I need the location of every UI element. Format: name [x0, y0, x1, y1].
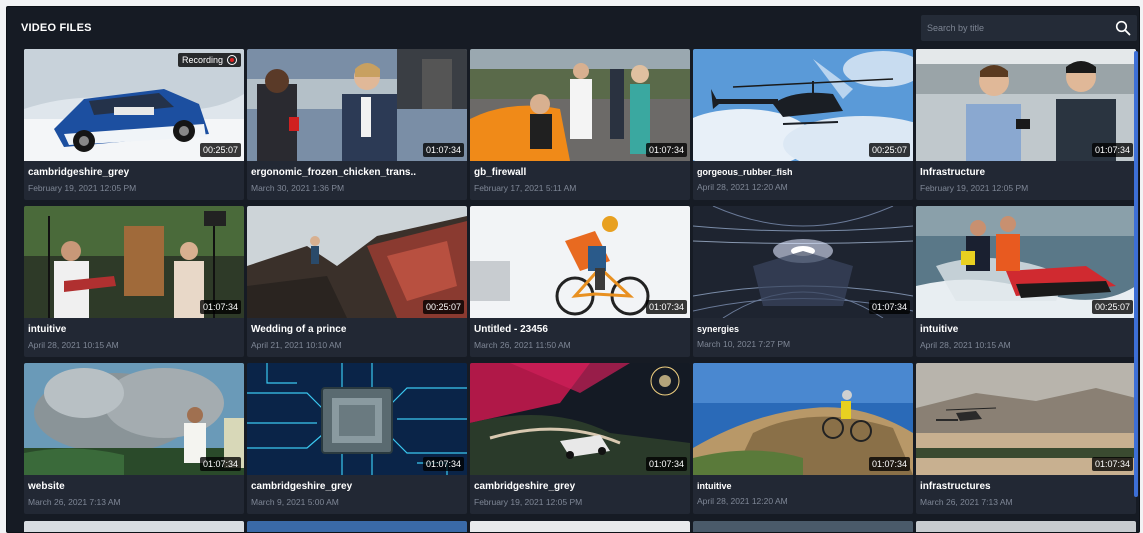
video-duration: 01:07:34 [422, 457, 464, 471]
video-thumbnail: 01:07:34 [916, 49, 1136, 161]
search-icon[interactable] [1115, 20, 1131, 36]
video-duration: 00:25:07 [199, 143, 241, 157]
video-card[interactable]: 01:07:34 website March 26, 2021 7:13 AM [24, 363, 244, 514]
video-date: February 19, 2021 12:05 PM [920, 183, 1029, 193]
video-card[interactable]: 00:25:07 intuitive April 28, 2021 10:15 … [916, 206, 1136, 357]
video-thumbnail: 00:25:07 [916, 206, 1136, 318]
recording-label: Recording [181, 55, 223, 65]
video-date: April 28, 2021 10:15 AM [920, 340, 1011, 350]
video-title: cambridgeshire_grey [251, 481, 353, 492]
video-thumbnail: 01:07:34 [247, 49, 467, 161]
video-duration: 01:07:34 [1091, 457, 1133, 471]
video-date: April 28, 2021 10:15 AM [28, 340, 119, 350]
video-title: Untitled - 23456 [474, 324, 548, 335]
video-card[interactable]: 01:07:34 Infrastructure February 19, 202… [916, 49, 1136, 200]
video-date: February 19, 2021 12:05 PM [28, 183, 137, 193]
video-files-panel: VIDEO FILES Search by title Recording 00… [6, 6, 1140, 533]
record-icon [227, 55, 237, 65]
video-card-partial[interactable] [693, 521, 913, 532]
video-card[interactable]: 01:07:34 gb_firewall February 17, 2021 5… [470, 49, 690, 200]
video-title: intuitive [28, 324, 67, 335]
video-card[interactable]: 01:07:34 cambridgeshire_grey March 9, 20… [247, 363, 467, 514]
video-duration: 00:25:07 [1091, 300, 1133, 314]
search-input[interactable] [921, 15, 1107, 41]
video-thumbnail: 00:25:07 [247, 206, 467, 318]
video-card[interactable]: 01:07:34 infrastructures March 26, 2021 … [916, 363, 1136, 514]
video-thumbnail: 01:07:34 [693, 206, 913, 318]
video-title: gorgeous_rubber_fish [697, 167, 793, 177]
video-duration: 01:07:34 [868, 300, 910, 314]
video-card-partial[interactable] [470, 521, 690, 532]
next-row-preview [24, 521, 1136, 532]
video-thumbnail: 01:07:34 [916, 363, 1136, 475]
video-duration: 00:25:07 [868, 143, 910, 157]
video-card[interactable]: 01:07:34 intuitive April 28, 2021 10:15 … [24, 206, 244, 357]
video-date: March 30, 2021 1:36 PM [251, 183, 345, 193]
video-date: April 21, 2021 10:10 AM [251, 340, 342, 350]
video-duration: 01:07:34 [645, 457, 687, 471]
video-thumbnail: 01:07:34 [470, 206, 690, 318]
video-date: April 28, 2021 12:20 AM [697, 496, 788, 506]
video-card[interactable]: 01:07:34 Untitled - 23456 March 26, 2021… [470, 206, 690, 357]
video-card-partial[interactable] [24, 521, 244, 532]
video-title: gb_firewall [474, 167, 527, 178]
video-title: ergonomic_frozen_chicken_trans.. [251, 167, 417, 178]
panel-header: VIDEO FILES [7, 7, 1139, 49]
video-duration: 01:07:34 [1091, 143, 1133, 157]
video-title: infrastructures [920, 481, 991, 492]
video-card-partial[interactable] [247, 521, 467, 532]
video-title: website [28, 481, 65, 492]
video-card[interactable]: 01:07:34 synergies March 10, 2021 7:27 P… [693, 206, 913, 357]
video-duration: 01:07:34 [645, 300, 687, 314]
video-card[interactable]: 00:25:07 Wedding of a prince April 21, 2… [247, 206, 467, 357]
video-date: March 10, 2021 7:27 PM [697, 339, 791, 349]
video-date: March 9, 2021 5:00 AM [251, 497, 339, 507]
video-duration: 00:25:07 [422, 300, 464, 314]
video-title: intuitive [920, 324, 959, 335]
video-thumbnail: 01:07:34 [247, 363, 467, 475]
video-grid: Recording 00:25:07 cambridgeshire_grey F… [24, 49, 1136, 514]
video-thumbnail: 01:07:34 [470, 363, 690, 475]
video-thumbnail: 01:07:34 [24, 206, 244, 318]
video-title: Wedding of a prince [251, 324, 347, 335]
video-duration: 01:07:34 [422, 143, 464, 157]
video-date: March 26, 2021 7:13 AM [920, 497, 1013, 507]
video-duration: 01:07:34 [645, 143, 687, 157]
video-card-partial[interactable] [916, 521, 1136, 532]
video-thumbnail: Recording 00:25:07 [24, 49, 244, 161]
video-date: February 17, 2021 5:11 AM [474, 183, 577, 193]
video-date: March 26, 2021 11:50 AM [474, 340, 571, 350]
video-title: cambridgeshire_grey [474, 481, 576, 492]
video-card[interactable]: 01:07:34 intuitive April 28, 2021 12:20 … [693, 363, 913, 514]
video-duration: 01:07:34 [199, 300, 241, 314]
video-thumbnail: 01:07:34 [24, 363, 244, 475]
video-date: February 19, 2021 12:05 PM [474, 497, 583, 507]
video-thumbnail: 01:07:34 [470, 49, 690, 161]
video-card[interactable]: 01:07:34 ergonomic_frozen_chicken_trans.… [247, 49, 467, 200]
recording-badge: Recording [177, 53, 241, 67]
video-title: Infrastructure [920, 167, 986, 178]
video-thumbnail: 00:25:07 [693, 49, 913, 161]
video-title: cambridgeshire_grey [28, 167, 130, 178]
video-date: March 26, 2021 7:13 AM [28, 497, 121, 507]
video-thumbnail: 01:07:34 [693, 363, 913, 475]
scrollbar[interactable] [1134, 51, 1138, 497]
video-card[interactable]: 00:25:07 gorgeous_rubber_fish April 28, … [693, 49, 913, 200]
page-title: VIDEO FILES [21, 22, 92, 34]
video-date: April 28, 2021 12:20 AM [697, 182, 788, 192]
video-duration: 01:07:34 [868, 457, 910, 471]
search-box [921, 15, 1137, 41]
video-card[interactable]: Recording 00:25:07 cambridgeshire_grey F… [24, 49, 244, 200]
video-card[interactable]: 01:07:34 cambridgeshire_grey February 19… [470, 363, 690, 514]
video-title: synergies [697, 324, 740, 334]
video-duration: 01:07:34 [199, 457, 241, 471]
video-title: intuitive [697, 481, 732, 491]
